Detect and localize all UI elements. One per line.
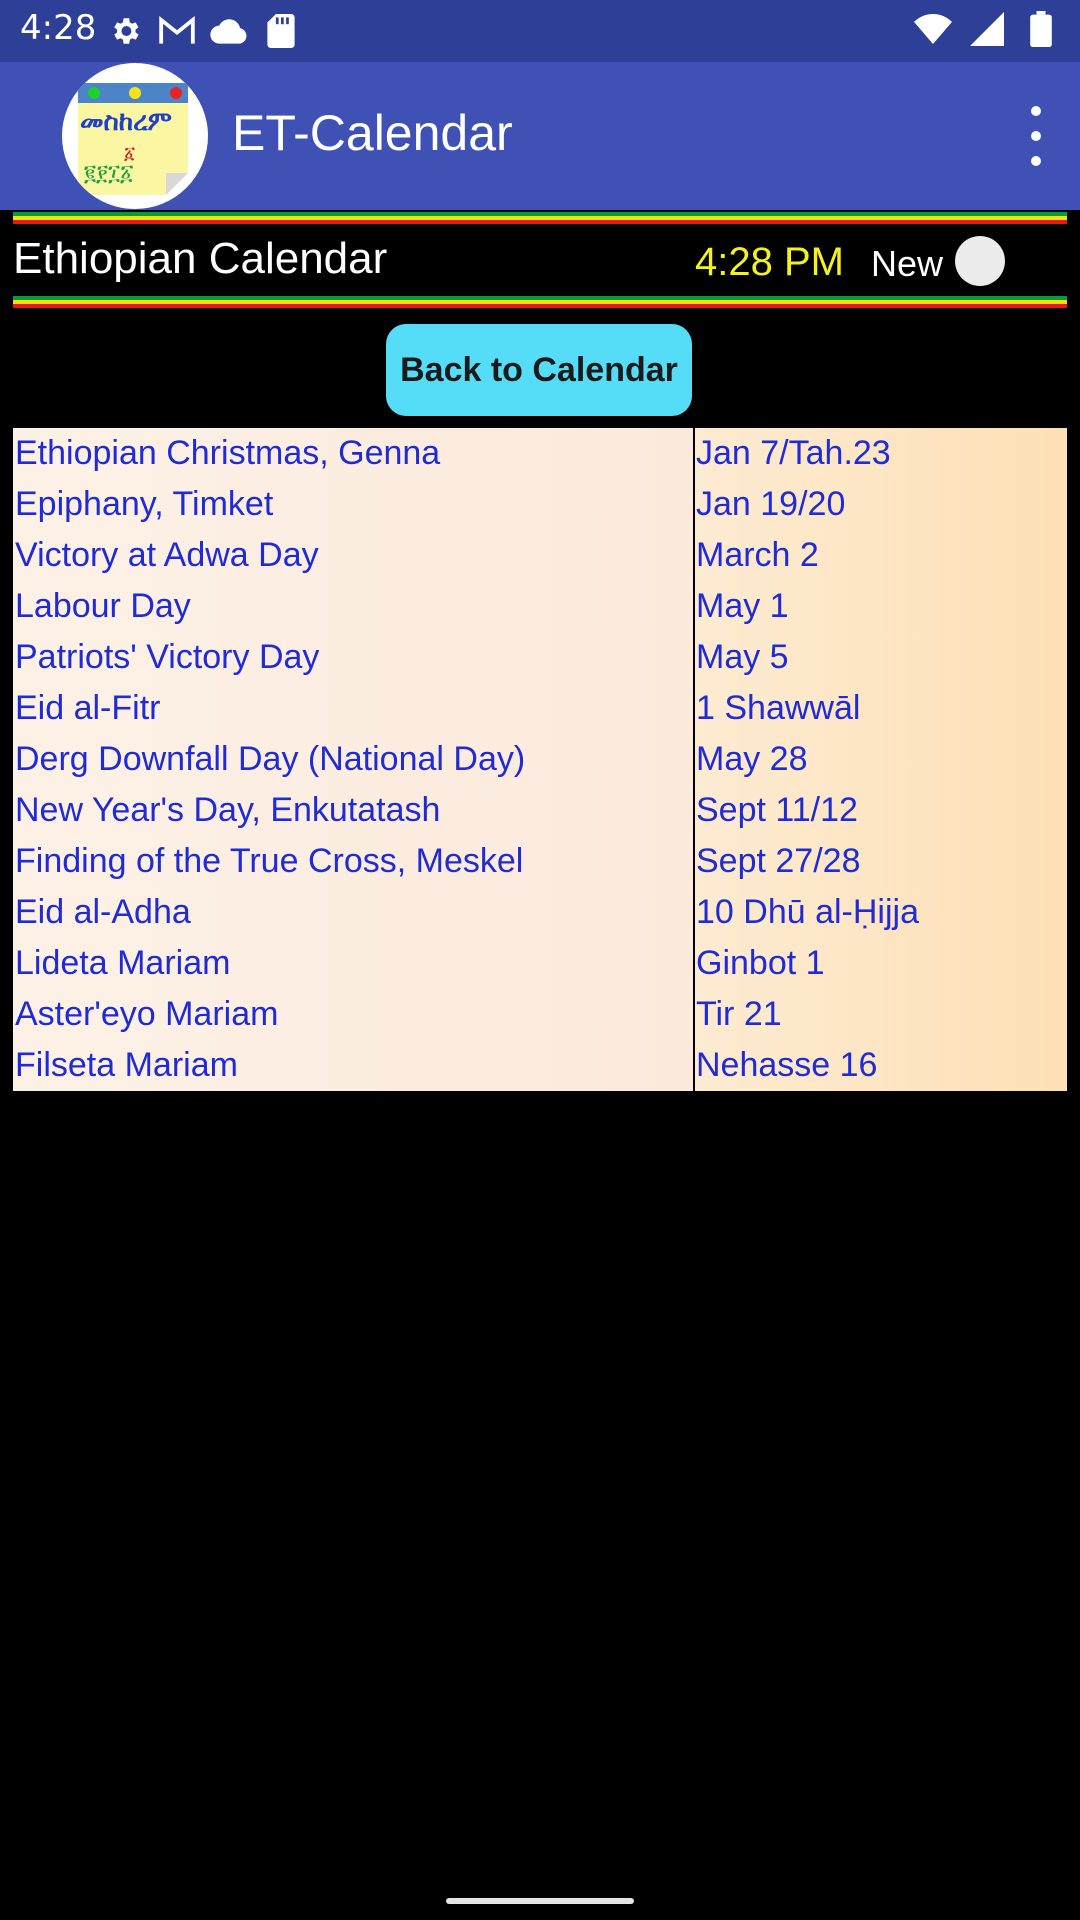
app-logo[interactable]: መስከረም ፩ ፪፻፲፩ <box>62 63 208 209</box>
holiday-date: Jan 19/20 <box>696 485 846 523</box>
logo-text-bottom: ፪፻፲፩ <box>84 161 134 186</box>
wifi-icon <box>914 10 952 48</box>
holiday-name: Lideta Mariam <box>15 944 231 982</box>
status-icons-left <box>106 12 300 50</box>
logo-text-top: መስከረም <box>80 107 172 137</box>
page-title: Ethiopian Calendar <box>13 234 388 283</box>
table-row: Finding of the True Cross, Meskel Sept 2… <box>13 836 1067 887</box>
holiday-table: Ethiopian Christmas, Genna Jan 7/Tah.23 … <box>13 428 1067 1091</box>
app-title: ET-Calendar <box>232 105 513 161</box>
status-time: 4:28 <box>20 8 97 48</box>
holiday-date: Sept 27/28 <box>696 842 861 880</box>
holiday-date: May 5 <box>696 638 789 676</box>
back-to-calendar-button[interactable]: Back to Calendar <box>386 324 692 416</box>
current-time: 4:28 PM <box>695 240 844 284</box>
holiday-name: Labour Day <box>15 587 191 625</box>
holiday-date: Sept 11/12 <box>696 791 858 829</box>
gear-icon <box>106 12 144 50</box>
status-icons-right <box>914 10 1060 48</box>
cloud-icon <box>210 12 248 50</box>
new-toggle[interactable] <box>955 236 1005 286</box>
sd-card-icon <box>262 12 300 50</box>
table-row: Filseta Mariam Nehasse 16 <box>13 1040 1067 1091</box>
new-label: New <box>871 243 944 284</box>
holiday-date: 10 Dhū al-Ḥijja <box>696 893 919 931</box>
status-bar: 4:28 <box>0 0 1080 62</box>
table-row: Patriots' Victory Day May 5 <box>13 632 1067 683</box>
header-row: Ethiopian Calendar 4:28 PM New <box>13 228 1067 292</box>
table-row: Aster'eyo Mariam Tir 21 <box>13 989 1067 1040</box>
holiday-date: Ginbot 1 <box>696 944 825 982</box>
holiday-name: Eid al-Fitr <box>15 689 161 727</box>
table-row: New Year's Day, Enkutatash Sept 11/12 <box>13 785 1067 836</box>
holiday-date: May 1 <box>696 587 789 625</box>
app-bar: መስከረም ፩ ፪፻፲፩ ET-Calendar <box>0 62 1080 210</box>
holiday-date: 1 Shawwāl <box>696 689 861 727</box>
signal-icon <box>968 10 1006 48</box>
overflow-menu-icon[interactable] <box>1024 106 1048 166</box>
holiday-name: Patriots' Victory Day <box>15 638 320 676</box>
holiday-name: New Year's Day, Enkutatash <box>15 791 441 829</box>
home-indicator[interactable] <box>446 1898 634 1904</box>
holiday-date: Tir 21 <box>696 995 782 1033</box>
holiday-name: Epiphany, Timket <box>15 485 274 523</box>
holiday-name: Finding of the True Cross, Meskel <box>15 842 524 880</box>
holiday-name: Victory at Adwa Day <box>15 536 319 574</box>
table-row: Lideta Mariam Ginbot 1 <box>13 938 1067 989</box>
holiday-name: Eid al-Adha <box>15 893 191 931</box>
flag-stripes-top <box>13 212 1067 224</box>
holiday-date: March 2 <box>696 536 819 574</box>
table-row: Eid al-Adha 10 Dhū al-Ḥijja <box>13 887 1067 938</box>
flag-stripes-bottom <box>13 296 1067 308</box>
table-row: Derg Downfall Day (National Day) May 28 <box>13 734 1067 785</box>
table-row: Victory at Adwa Day March 2 <box>13 530 1067 581</box>
holiday-date: Jan 7/Tah.23 <box>696 434 891 472</box>
table-row: Epiphany, Timket Jan 19/20 <box>13 479 1067 530</box>
table-row: Ethiopian Christmas, Genna Jan 7/Tah.23 <box>13 428 1067 479</box>
holiday-date: May 28 <box>696 740 808 778</box>
table-row: Labour Day May 1 <box>13 581 1067 632</box>
battery-icon <box>1022 10 1060 48</box>
table-row: Eid al-Fitr 1 Shawwāl <box>13 683 1067 734</box>
holiday-name: Ethiopian Christmas, Genna <box>15 434 441 472</box>
holiday-name: Derg Downfall Day (National Day) <box>15 740 526 778</box>
holiday-name: Filseta Mariam <box>15 1046 238 1084</box>
holiday-date: Nehasse 16 <box>696 1046 878 1084</box>
gmail-icon <box>158 12 196 50</box>
holiday-name: Aster'eyo Mariam <box>15 995 279 1033</box>
